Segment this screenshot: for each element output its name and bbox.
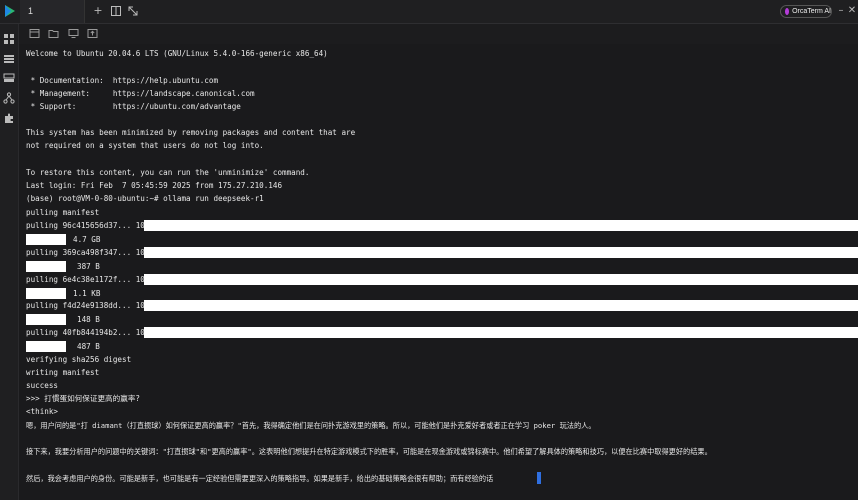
split-view-icon[interactable] (110, 5, 122, 17)
minimize-icon[interactable]: – (836, 5, 846, 17)
prompt-line: >>> 打慣蛋如何保证更高的赢率? (26, 394, 140, 403)
terminal-line: writing manifest (26, 368, 100, 377)
ai-logo-icon (785, 8, 790, 15)
terminal-line: 嗯，用户问的是"打 diamant（打直掼球）如何保证更高的赢率？"首先，我得确… (26, 421, 596, 430)
progress-bar-tail (26, 261, 66, 272)
terminal-line: Welcome to Ubuntu 20.04.6 LTS (GNU/Linux… (26, 49, 328, 58)
terminal-line: not required on a system that users do n… (26, 141, 264, 150)
terminal-line: This system has been minimized by removi… (26, 128, 356, 137)
terminal-line: verifying sha256 digest (26, 355, 132, 364)
progress-bar (144, 300, 858, 311)
progress-bar-tail (26, 314, 66, 325)
plugin-icon[interactable] (3, 112, 15, 124)
terminal-line: pulling manifest (26, 208, 100, 217)
terminal-line: 然后，我会考虑用户的身份。可能是新手，也可能是有一定经验但需要更深入的策略指导。… (26, 474, 494, 483)
server-icon[interactable] (3, 72, 15, 84)
terminal-line: * Documentation: https://help.ubuntu.com (26, 76, 219, 85)
text-cursor (537, 472, 541, 484)
terminal-line: (base) root@VM-0-80-ubuntu:~# ollama run… (26, 194, 264, 203)
folder-icon[interactable] (48, 28, 59, 39)
progress-bar (144, 327, 858, 338)
upload-icon[interactable] (87, 28, 98, 39)
monitor-icon[interactable] (68, 28, 79, 39)
tab-bar: 1 + OrcaTerm AI – ✕ (0, 0, 858, 24)
close-icon[interactable]: ✕ (847, 5, 857, 17)
terminal-line: * Support: https://ubuntu.com/advantage (26, 102, 241, 111)
pull-line: pulling 369ca498f347... 100% (26, 248, 155, 257)
pull-line: pulling f4d24e9138dd... 100% (26, 301, 155, 310)
pull-line: pulling 6e4c38e1172f... 100% (26, 275, 155, 284)
progress-bar-tail (26, 341, 66, 352)
progress-bar (144, 220, 858, 231)
progress-bar (144, 274, 858, 285)
ai-button-label: OrcaTerm AI (792, 8, 831, 15)
tab-label: 1 (28, 6, 34, 16)
pull-line: pulling 96c415656d37... 100% (26, 221, 155, 230)
pull-size: 1.1 KB (73, 289, 101, 298)
terminal-output[interactable]: Welcome to Ubuntu 20.04.6 LTS (GNU/Linux… (19, 44, 858, 500)
terminal-line: 接下来，我要分析用户的问题中的关键词："打直掼球"和"更高的赢率"。这表明他们想… (26, 447, 712, 456)
terminal-line: * Management: https://landscape.canonica… (26, 89, 255, 98)
pull-size: 148 B (77, 315, 100, 324)
terminal-toolbar (19, 24, 858, 45)
terminal-line: Last login: Fri Feb 7 05:45:59 2025 from… (26, 181, 283, 190)
progress-bar (144, 247, 858, 258)
pull-line: pulling 40fb844194b2... 100% (26, 328, 155, 337)
network-icon[interactable] (3, 92, 15, 104)
pull-size: 387 B (77, 262, 100, 271)
left-sidebar (0, 24, 19, 500)
app-logo-icon (5, 5, 15, 17)
pull-size: 487 B (77, 342, 100, 351)
terminal-tab-icon[interactable] (29, 28, 40, 39)
progress-bar-tail (26, 288, 66, 299)
terminal-line: success (26, 381, 59, 390)
list-icon[interactable] (3, 53, 15, 65)
dashboard-icon[interactable] (3, 33, 15, 45)
new-tab-icon[interactable]: + (92, 5, 104, 17)
pull-size: 4.7 GB (73, 235, 101, 244)
progress-bar-tail (26, 234, 66, 245)
terminal-line: <think> (26, 407, 59, 416)
expand-icon[interactable] (127, 5, 139, 17)
orcaterm-ai-button[interactable]: OrcaTerm AI (780, 5, 832, 18)
tab-session-1[interactable]: 1 (20, 0, 85, 23)
terminal-line: To restore this content, you can run the… (26, 168, 310, 177)
